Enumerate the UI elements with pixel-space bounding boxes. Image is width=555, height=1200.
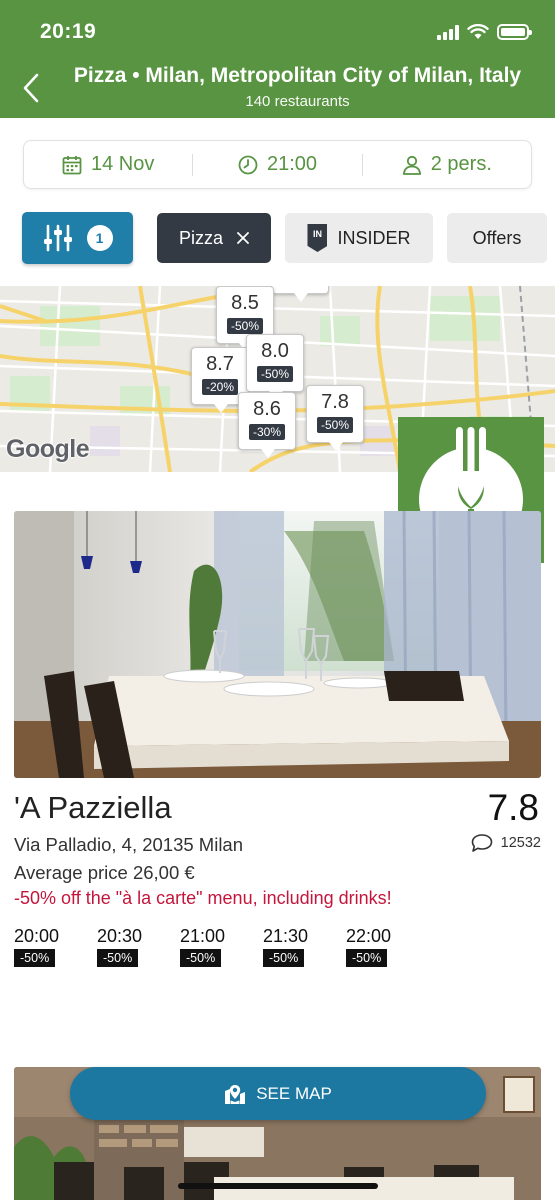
slot-time: 22:00 xyxy=(346,926,392,946)
booking-party: 2 pers. xyxy=(430,153,492,175)
slot-time: 20:00 xyxy=(14,926,60,946)
restaurant-photo-image xyxy=(14,511,541,778)
pin-discount: -30% xyxy=(248,424,285,440)
pin-discount: -50% xyxy=(256,366,293,382)
average-price: Average price 26,00 € xyxy=(14,862,195,883)
wifi-icon xyxy=(467,24,489,39)
filter-chip-label: INSIDER xyxy=(337,227,411,248)
status-time: 20:19 xyxy=(40,20,97,43)
results-count: 140 restaurants xyxy=(245,93,350,110)
insider-icon: IN xyxy=(307,224,328,252)
app-header: 20:19 Pizza • Milan, Metropolitan City o… xyxy=(0,0,555,118)
pin-score: 8.5 xyxy=(231,292,259,314)
pin-discount: -20% xyxy=(201,379,238,395)
filter-chip-offers[interactable]: Offers xyxy=(447,213,547,263)
time-slot[interactable]: 21:00 -50% xyxy=(180,926,244,967)
review-count: 12532 xyxy=(471,833,541,853)
back-icon xyxy=(23,73,39,103)
slot-discount: -50% xyxy=(180,949,222,967)
status-icons xyxy=(437,24,532,40)
signal-icon xyxy=(437,24,459,40)
filter-chip-label: Pizza xyxy=(178,227,223,248)
pin-score: 8.7 xyxy=(206,353,234,375)
calendar-icon xyxy=(62,155,82,174)
date-selector[interactable]: 14 Nov xyxy=(24,153,192,176)
status-bar: 20:19 xyxy=(0,0,555,60)
slot-time: 21:00 xyxy=(180,926,226,946)
page-title: Pizza • Milan, Metropolitan City of Mila… xyxy=(73,64,522,87)
restaurant-name[interactable]: 'A Pazziella xyxy=(14,790,172,826)
speech-bubble-icon xyxy=(471,834,492,852)
pin-score: 7.8 xyxy=(321,391,349,413)
restaurant-photo[interactable] xyxy=(14,511,541,778)
map-pin[interactable]: 8.6 -30% xyxy=(238,392,296,458)
booking-date: 14 Nov xyxy=(90,153,155,175)
filter-chip-insider[interactable]: IN INSIDER xyxy=(285,213,433,263)
time-slot[interactable]: 21:30 -50% xyxy=(263,926,327,967)
pin-discount: -50% xyxy=(316,417,353,433)
back-button[interactable] xyxy=(14,68,48,108)
slot-discount: -50% xyxy=(263,949,305,967)
slot-discount: -50% xyxy=(97,949,139,967)
filters-button[interactable]: 1 xyxy=(22,212,133,264)
map-pin[interactable] xyxy=(271,286,329,302)
time-selector[interactable]: 21:00 xyxy=(193,153,361,176)
see-map-label: SEE MAP xyxy=(256,1083,332,1103)
booking-time: 21:00 xyxy=(266,153,318,175)
filter-chip-pizza[interactable]: Pizza xyxy=(157,213,271,263)
pin-score: 8.6 xyxy=(253,398,281,420)
time-slot[interactable]: 22:00 -50% xyxy=(346,926,410,967)
slot-time: 20:30 xyxy=(97,926,143,946)
slot-discount: -50% xyxy=(346,949,388,967)
clock-icon xyxy=(238,155,258,174)
booking-bar: 14 Nov 21:00 2 pers. xyxy=(23,140,532,189)
active-filter-count: 1 xyxy=(86,225,113,251)
slot-discount: -50% xyxy=(14,949,56,967)
review-count-value: 12532 xyxy=(500,835,541,851)
person-icon xyxy=(402,155,421,175)
time-slot[interactable]: 20:00 -50% xyxy=(14,926,78,967)
filter-chip-label: Offers xyxy=(472,227,522,248)
restaurant-score: 7.8 xyxy=(487,787,539,828)
battery-icon xyxy=(497,24,532,40)
pin-discount: -50% xyxy=(226,318,263,334)
party-size-selector[interactable]: 2 pers. xyxy=(363,153,531,176)
time-slots: 20:00 -50% 20:30 -50% 21:00 -50% 21:30 -… xyxy=(14,926,410,967)
map-pin-icon xyxy=(225,1084,246,1104)
close-icon[interactable] xyxy=(237,232,249,244)
pin-score: 8.0 xyxy=(261,340,289,362)
offer-text: -50% off the "à la carte" menu, includin… xyxy=(14,888,392,908)
map-pin[interactable]: 7.8 -50% xyxy=(306,385,364,451)
map-pin[interactable]: 8.0 -50% xyxy=(246,334,304,400)
restaurant-address: Via Palladio, 4, 20135 Milan xyxy=(14,834,244,855)
filter-sliders-icon xyxy=(43,224,72,252)
see-map-button[interactable]: SEE MAP xyxy=(70,1067,486,1120)
slot-time: 21:30 xyxy=(263,926,309,946)
home-indicator[interactable] xyxy=(178,1183,378,1189)
google-logo: Google xyxy=(6,435,90,463)
time-slot[interactable]: 20:30 -50% xyxy=(97,926,161,967)
filter-bar: 1 Pizza IN INSIDER Offers xyxy=(0,212,555,264)
